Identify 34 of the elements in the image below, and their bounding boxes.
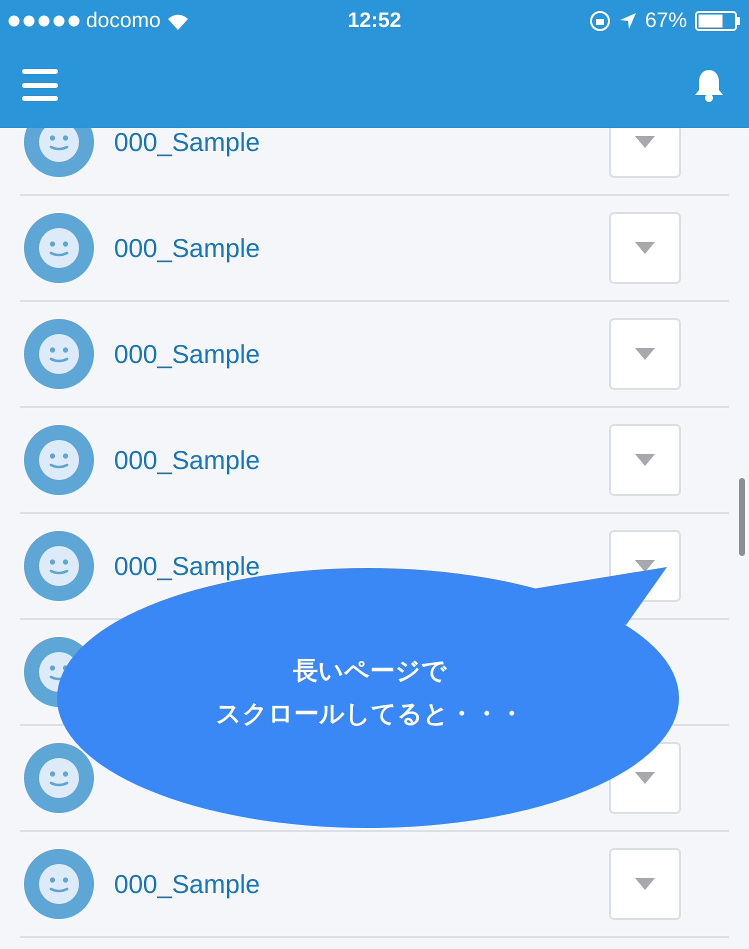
- avatar-icon: [24, 319, 94, 389]
- carrier-name: docomo: [86, 8, 161, 34]
- record-name[interactable]: 000_Sample: [114, 128, 260, 156]
- avatar-icon: [24, 743, 94, 813]
- avatar-icon: [24, 128, 94, 177]
- record-name[interactable]: 000_Sample: [114, 868, 260, 898]
- record-name[interactable]: 000_Sample: [114, 444, 260, 474]
- battery-percent: 67%: [644, 8, 687, 34]
- wifi-icon: [166, 12, 189, 30]
- caret-icon: [635, 348, 655, 360]
- signal-icon: [8, 15, 80, 27]
- callout-text: 長いページで スクロールしてると・・・: [215, 656, 525, 730]
- row-menu-button[interactable]: [609, 318, 681, 390]
- caret-icon: [635, 242, 655, 254]
- caret-icon: [635, 878, 655, 890]
- record-name[interactable]: 000_Sample: [114, 232, 260, 262]
- menu-button[interactable]: [22, 69, 58, 101]
- row-menu-button[interactable]: [609, 424, 681, 496]
- rotation-lock-icon: [588, 10, 611, 32]
- clock-time: 12:52: [348, 8, 402, 34]
- row-menu-button[interactable]: [609, 848, 681, 920]
- caret-icon: [635, 136, 655, 148]
- caret-icon: [635, 772, 655, 784]
- avatar-icon: [24, 531, 94, 601]
- row-menu-button[interactable]: [609, 212, 681, 284]
- avatar-icon: [24, 849, 94, 919]
- caret-icon: [635, 454, 655, 466]
- avatar-icon: [24, 213, 94, 283]
- record-name[interactable]: 000_Sample: [114, 338, 260, 368]
- record-name[interactable]: 000_Sample: [114, 550, 260, 580]
- avatar-icon: [24, 425, 94, 495]
- battery-icon: [695, 11, 741, 31]
- location-arrow-icon: [618, 12, 637, 30]
- caret-icon: [635, 560, 655, 572]
